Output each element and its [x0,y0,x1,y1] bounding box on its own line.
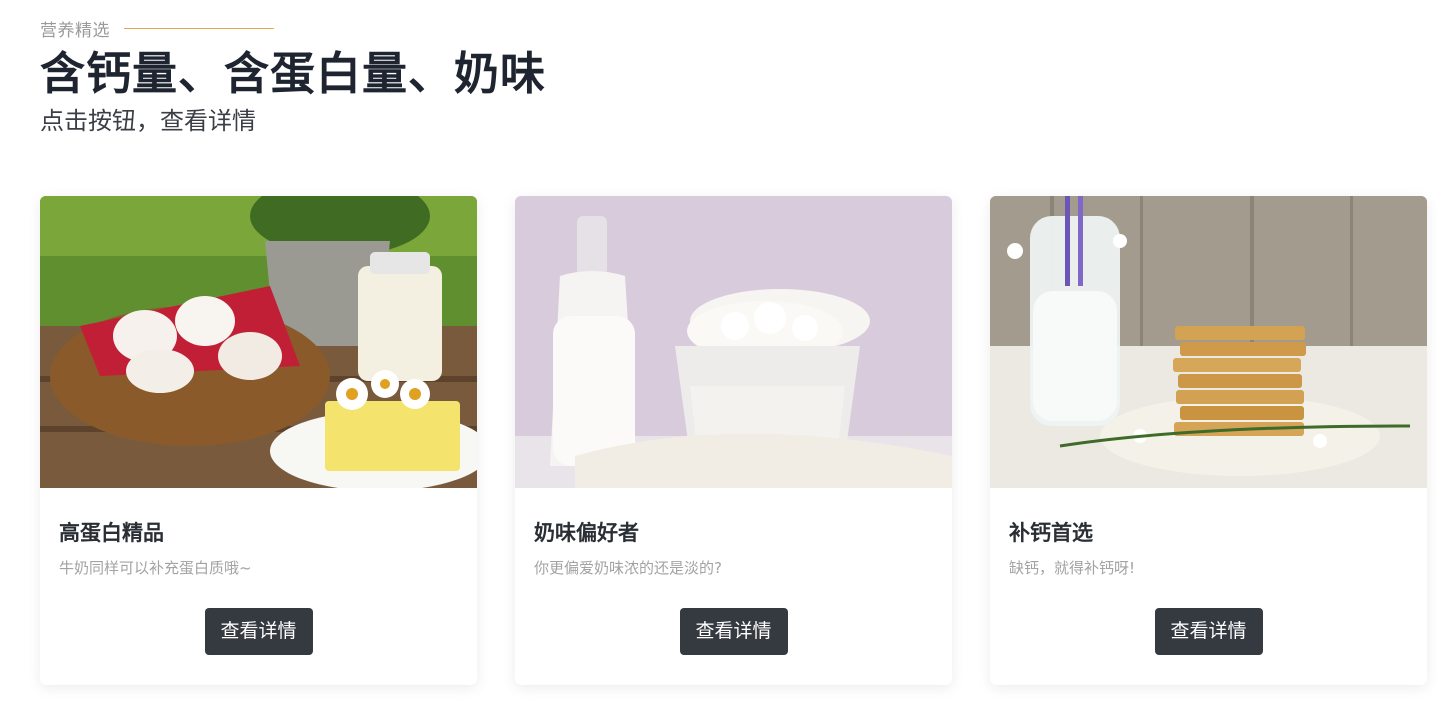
eyebrow-text: 营养精选 [40,21,110,41]
view-details-button[interactable]: 查看详情 [1154,608,1263,655]
product-cards: 高蛋白精品 牛奶同样可以补充蛋白质哦~ 查看详情 奶味偏好者 你更偏爱奶味浓的还… [40,196,1427,685]
card-description: 缺钙，就得补钙呀! [1009,559,1136,577]
card-description: 你更偏爱奶味浓的还是淡的? [534,559,722,577]
milk-jar-crackers-image [990,196,1427,488]
page-title: 含钙量、含蛋白量、奶味 [40,47,547,100]
section-eyebrow: 营养精选 [40,16,274,41]
card-description: 牛奶同样可以补充蛋白质哦~ [59,559,252,577]
eggs-milk-butter-image [40,196,477,488]
card-title: 高蛋白精品 [59,521,164,545]
product-card: 奶味偏好者 你更偏爱奶味浓的还是淡的? 查看详情 [515,196,952,685]
product-card: 补钙首选 缺钙，就得补钙呀! 查看详情 [990,196,1427,685]
view-details-button[interactable]: 查看详情 [679,608,788,655]
page-subtitle: 点击按钮，查看详情 [40,107,256,135]
view-details-button[interactable]: 查看详情 [204,608,313,655]
product-card: 高蛋白精品 牛奶同样可以补充蛋白质哦~ 查看详情 [40,196,477,685]
eyebrow-divider [124,28,274,29]
card-title: 奶味偏好者 [534,521,639,545]
milk-bottle-cottage-cheese-image [515,196,952,488]
card-title: 补钙首选 [1009,521,1093,545]
